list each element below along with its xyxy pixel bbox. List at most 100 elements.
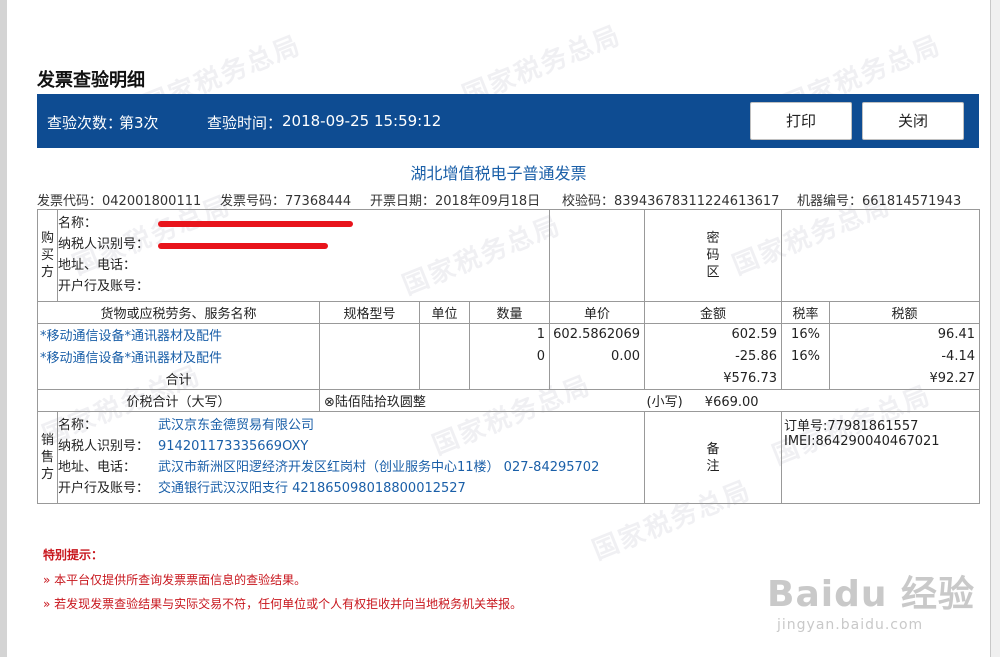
col-name: 货物或应税劳务、服务名称	[37, 301, 320, 324]
totals-unit	[419, 367, 470, 390]
buyer-name-line: 名称：	[58, 213, 549, 234]
remarks-text: 订单号:77981861557 IMEI:864290040467021	[784, 419, 940, 449]
redaction-mark	[158, 243, 328, 249]
item-unit	[419, 345, 470, 368]
grand-total-lower-label: (小写)	[646, 395, 683, 410]
redaction-mark	[158, 221, 353, 227]
scrollbar[interactable]	[990, 0, 1000, 657]
remarks-label-text: 备注	[706, 441, 720, 474]
issue-date: 开票日期：2018年09月18日	[370, 190, 540, 209]
cipher-label-text: 密码区	[706, 231, 720, 280]
remarks-label: 备注	[644, 411, 782, 504]
seller-name-label: 名称：	[58, 418, 98, 433]
machine-number: 机器编号：661814571943	[797, 190, 961, 209]
item-qty: 0	[469, 345, 550, 368]
item-amount: 602.59	[644, 323, 782, 346]
seller-side-label: 销售方	[37, 411, 58, 504]
col-tax: 税额	[829, 301, 980, 324]
col-spec: 规格型号	[319, 301, 420, 324]
grand-total-lower: (小写) ¥669.00	[644, 389, 980, 412]
buyer-bank-label: 开户行及账号：	[58, 279, 150, 294]
issue-date-label: 开票日期：	[370, 194, 436, 209]
print-button[interactable]: 打印	[750, 102, 852, 140]
seller-name: 武汉京东金德贸易有限公司	[158, 418, 315, 433]
seller-tax-id-label: 纳税人识别号：	[58, 439, 150, 454]
invoice-table: 购买方 名称： 纳税人识别号： 地址、电话： 开户行及账号： 密码区 货物或应税…	[37, 209, 980, 504]
seller-bank-label: 开户行及账号：	[58, 481, 150, 496]
seller-tax-id: 914201173335669OXY	[158, 439, 309, 454]
table-row: *移动通信设备*通讯器材及配件 0 0.00 -25.86 16% -4.14	[37, 345, 980, 368]
item-spec	[319, 323, 420, 346]
notice-item: » 若发现发票查验结果与实际交易不符，任何单位或个人有权拒收并向当地税务机关举报…	[43, 597, 523, 611]
buyer-tax-id-label: 纳税人识别号：	[58, 237, 150, 252]
col-price: 单价	[549, 301, 645, 324]
buyer-row: 购买方 名称： 纳税人识别号： 地址、电话： 开户行及账号： 密码区	[37, 209, 980, 302]
check-code: 校验码：83943678311224613617	[562, 190, 779, 209]
grand-total-upper: ⊗陆佰陆拾玖圆整	[319, 389, 645, 412]
machine-number-value: 661814571943	[862, 194, 962, 209]
item-amount: -25.86	[644, 345, 782, 368]
invoice-title: 湖北增值税电子普通发票	[410, 164, 587, 183]
invoice-number-value: 77368444	[285, 194, 352, 209]
machine-number-label: 机器编号：	[797, 194, 863, 209]
seller-bank: 交通银行武汉汉阳支行 421865098018800012527	[158, 481, 466, 496]
check-code-label: 校验码：	[562, 194, 615, 209]
cipher-spacer	[549, 209, 645, 302]
col-unit: 单位	[419, 301, 470, 324]
baidu-jingyan-watermark: Baidu 经验 jingyan.baidu.com	[767, 565, 975, 633]
totals-label: 合计	[37, 367, 320, 390]
grand-total-row: 价税合计（大写） ⊗陆佰陆拾玖圆整 (小写) ¥669.00	[37, 389, 980, 412]
check-code-value: 83943678311224613617	[614, 194, 780, 209]
item-name: *移动通信设备*通讯器材及配件	[37, 323, 320, 346]
seller-info: 名称： 武汉京东金德贸易有限公司 纳税人识别号： 914201173335669OX…	[57, 411, 645, 504]
col-rate: 税率	[781, 301, 830, 324]
item-name: *移动通信设备*通讯器材及配件	[37, 345, 320, 368]
dialog-title: 发票查验明细	[37, 70, 145, 91]
item-rate: 16%	[781, 345, 830, 368]
item-unit	[419, 323, 470, 346]
buyer-side-label: 购买方	[37, 209, 58, 302]
seller-side-text: 销售方	[41, 433, 55, 482]
item-tax: -4.14	[829, 345, 980, 368]
issue-date-value: 2018年09月18日	[435, 194, 541, 209]
baidu-logo: Baidu 经验	[767, 574, 976, 615]
item-rate: 16%	[781, 323, 830, 346]
totals-row: 合计 ¥576.73 ¥92.27	[37, 367, 980, 390]
check-time-value: 2018-09-25 15:59:12	[282, 112, 442, 130]
buyer-address-label: 地址、电话：	[58, 258, 137, 273]
items-header-row: 货物或应税劳务、服务名称 规格型号 单位 数量 单价 金额 税率 税额	[37, 301, 980, 324]
cipher-label: 密码区	[644, 209, 782, 302]
seller-address-line: 地址、电话： 武汉市新洲区阳逻经济开发区红岗村（创业服务中心11楼） 027-84…	[58, 457, 644, 478]
table-row: *移动通信设备*通讯器材及配件 1 602.5862069 602.59 16%…	[37, 323, 980, 346]
invoice-code: 发票代码：042001800111	[37, 190, 201, 209]
seller-name-line: 名称： 武汉京东金德贸易有限公司	[58, 415, 644, 436]
remarks-area: 订单号:77981861557 IMEI:864290040467021	[781, 411, 980, 504]
item-price: 602.5862069	[549, 323, 645, 346]
check-count-label: 查验次数：	[47, 114, 123, 132]
seller-address-label: 地址、电话：	[58, 460, 137, 475]
totals-qty	[469, 367, 550, 390]
item-tax: 96.41	[829, 323, 980, 346]
buyer-bank-line: 开户行及账号：	[58, 276, 549, 297]
check-count-value: 第3次	[119, 114, 159, 132]
buyer-info: 名称： 纳税人识别号： 地址、电话： 开户行及账号：	[57, 209, 550, 302]
buyer-side-text: 购买方	[41, 231, 55, 280]
close-button[interactable]: 关闭	[862, 102, 964, 140]
totals-tax: ¥92.27	[829, 367, 980, 390]
baidu-url: jingyan.baidu.com	[777, 617, 924, 633]
totals-spec	[319, 367, 420, 390]
seller-address: 武汉市新洲区阳逻经济开发区红岗村（创业服务中心11楼） 027-84295702	[158, 460, 600, 475]
seller-bank-line: 开户行及账号： 交通银行武汉汉阳支行 421865098018800012527	[58, 478, 644, 499]
invoice-code-label: 发票代码：	[37, 194, 103, 209]
seller-row: 销售方 名称： 武汉京东金德贸易有限公司 纳税人识别号： 9142011733356…	[37, 411, 980, 504]
buyer-name-label: 名称：	[58, 216, 98, 231]
buyer-address-line: 地址、电话：	[58, 255, 549, 276]
invoice-number-label: 发票号码：	[220, 194, 286, 209]
totals-rate	[781, 367, 830, 390]
item-spec	[319, 345, 420, 368]
grand-total-lower-value: ¥669.00	[704, 395, 759, 410]
check-info-bar: 查验次数： 第3次 查验时间： 2018-09-25 15:59:12 打印 关…	[37, 94, 979, 148]
invoice-number: 发票号码：77368444	[220, 190, 351, 209]
item-price: 0.00	[549, 345, 645, 368]
col-qty: 数量	[469, 301, 550, 324]
